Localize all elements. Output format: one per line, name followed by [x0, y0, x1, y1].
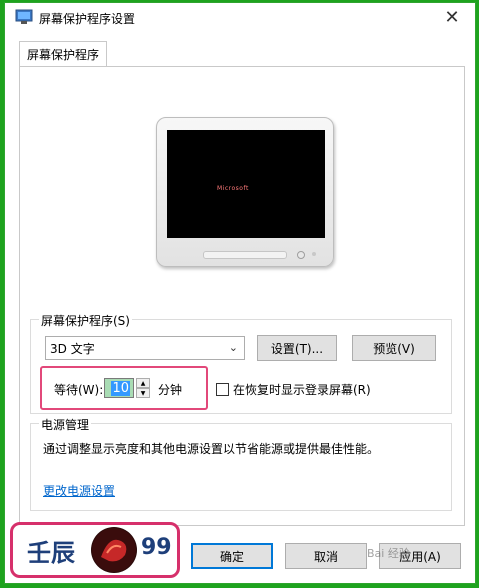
watermark-badge: 壬辰 99 — [10, 522, 180, 578]
power-button-icon — [297, 251, 305, 259]
wait-label: 等待(W): — [54, 383, 104, 397]
watermark-text: 壬辰 — [27, 538, 75, 567]
screensaver-group-label: 屏幕保护程序(S) — [39, 312, 132, 329]
power-description: 通过调整显示亮度和其他电源设置以节省能源或提供最佳性能。 — [43, 442, 380, 456]
watermark-number: 99 — [141, 535, 172, 560]
screensaver-settings-dialog: 屏幕保护程序设置 ✕ 屏幕保护程序 Microsoft 屏幕保护程序(S) 3D… — [4, 2, 476, 584]
screensaver-select-value: 3D 文字 — [50, 341, 95, 356]
resume-logon-checkbox[interactable] — [216, 383, 229, 396]
power-group-label: 电源管理 — [39, 416, 92, 433]
monitor-frame: Microsoft — [156, 117, 334, 267]
screensaver-select[interactable]: 3D 文字 ⌄ — [45, 336, 245, 360]
close-button[interactable]: ✕ — [437, 5, 467, 29]
change-power-settings-link[interactable]: 更改电源设置 — [43, 482, 115, 499]
wait-minutes-value: 10 — [111, 380, 130, 396]
wait-minutes-input[interactable]: 10 — [104, 378, 134, 398]
wait-stepper[interactable]: ▲ ▼ — [136, 378, 150, 398]
stepper-down-icon[interactable]: ▼ — [136, 388, 150, 398]
window-title: 屏幕保护程序设置 — [39, 12, 136, 26]
minutes-label: 分钟 — [158, 383, 183, 397]
screensaver-group: 屏幕保护程序(S) 3D 文字 ⌄ 设置(T)... 预览(V) 等待(W): … — [30, 312, 452, 414]
dragon-logo-icon — [91, 527, 137, 573]
monitor-bezel-bar — [203, 251, 287, 259]
tab-screensaver[interactable]: 屏幕保护程序 — [19, 41, 107, 67]
settings-button[interactable]: 设置(T)... — [257, 335, 337, 361]
preview-screen: Microsoft — [167, 130, 325, 238]
close-icon: ✕ — [444, 6, 460, 28]
monitor-icon — [15, 9, 33, 24]
preview-button[interactable]: 预览(V) — [352, 335, 436, 361]
tab-panel: Microsoft 屏幕保护程序(S) 3D 文字 ⌄ 设置(T)... 预览(… — [19, 66, 465, 526]
led-icon — [312, 252, 316, 256]
chevron-down-icon: ⌄ — [228, 341, 238, 354]
power-group: 电源管理 通过调整显示亮度和其他电源设置以节省能源或提供最佳性能。 更改电源设置 — [30, 416, 452, 511]
cancel-button[interactable]: 取消 — [285, 543, 367, 569]
wait-highlight: 等待(W): 10 ▲ ▼ 分钟 — [40, 366, 208, 410]
watermark-corner: Bai 经验 — [367, 547, 410, 560]
ok-button[interactable]: 确定 — [191, 543, 273, 569]
screensaver-preview: Microsoft — [156, 117, 334, 267]
stepper-up-icon[interactable]: ▲ — [136, 378, 150, 388]
title-bar: 屏幕保护程序设置 ✕ — [5, 3, 475, 33]
preview-screen-text: Microsoft — [217, 185, 249, 192]
resume-logon-label[interactable]: 在恢复时显示登录屏幕(R) — [233, 381, 371, 398]
